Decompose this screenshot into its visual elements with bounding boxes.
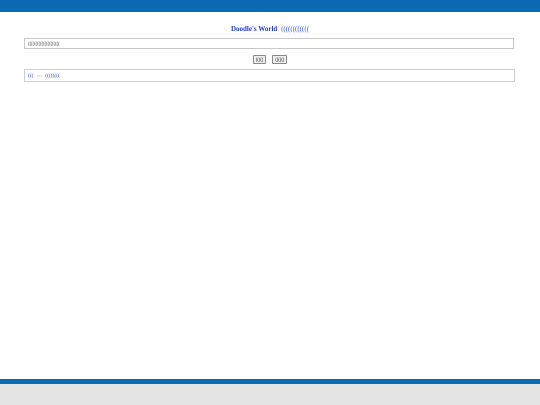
page-title: Doodle's World (((((((((((( xyxy=(0,24,540,34)
lucky-button[interactable]: (((((( xyxy=(272,55,288,64)
link-first[interactable]: ((( xyxy=(28,73,34,79)
search-input[interactable] xyxy=(24,38,514,49)
top-bar xyxy=(0,0,540,12)
link-second[interactable]: (((((((( xyxy=(45,73,60,79)
link-separator: :::: xyxy=(36,73,42,78)
links-bar: ((( :::: (((((((( xyxy=(24,69,515,82)
footer-bar xyxy=(0,384,540,405)
site-tagline: (((((((((((( xyxy=(281,25,310,33)
site-brand: Doodle's World xyxy=(230,25,278,33)
search-button[interactable]: ((((( xyxy=(252,55,267,64)
